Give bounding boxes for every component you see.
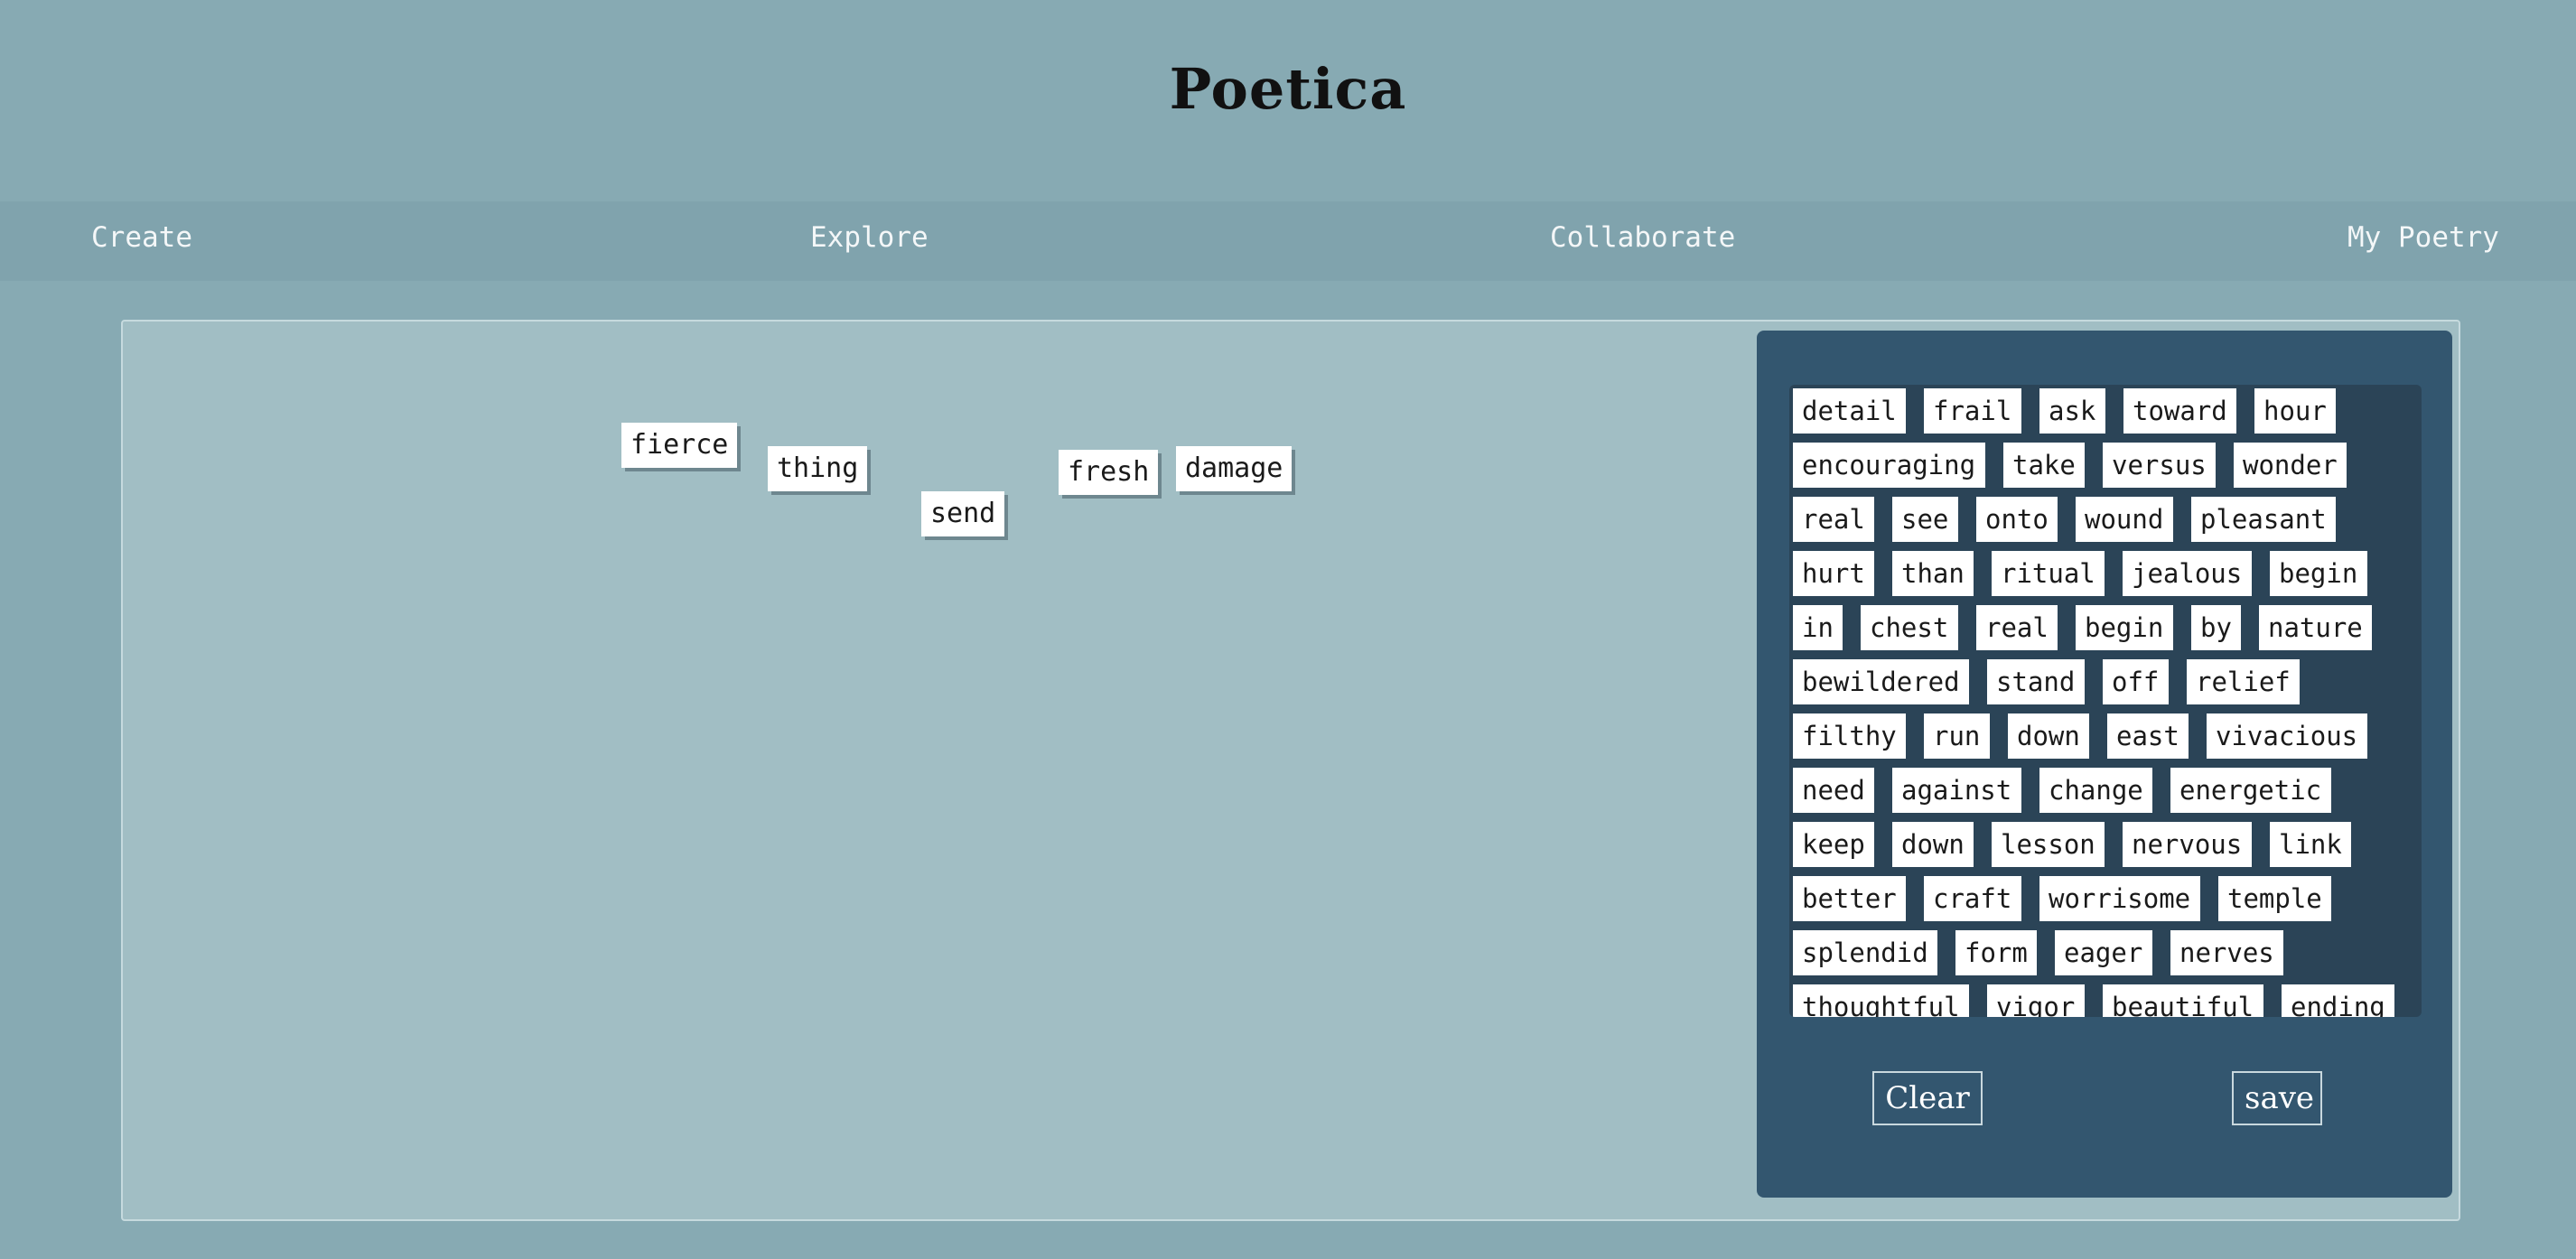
word-bank-tile[interactable]: onto	[1976, 497, 2058, 542]
word-bank-tile[interactable]: chest	[1861, 605, 1958, 650]
word-bank-tile[interactable]: by	[2191, 605, 2241, 650]
word-bank-tile[interactable]: jealous	[2123, 551, 2252, 596]
word-bank-tile[interactable]: begin	[2270, 551, 2367, 596]
word-bank-tile[interactable]: nature	[2259, 605, 2372, 650]
word-bank-tile[interactable]: temple	[2218, 876, 2331, 921]
word-bank-tile[interactable]: vivacious	[2207, 713, 2367, 759]
word-bank-tile[interactable]: thoughtful	[1793, 984, 1969, 1017]
word-bank-tile[interactable]: wonder	[2234, 443, 2347, 488]
word-bank-tile[interactable]: ritual	[1992, 551, 2105, 596]
word-bank-tile[interactable]: worrisome	[2039, 876, 2200, 921]
word-bank-tile[interactable]: form	[1955, 930, 2037, 975]
word-bank-tile[interactable]: change	[2039, 768, 2152, 813]
word-bank-tile[interactable]: wound	[2076, 497, 2173, 542]
word-bank-tile[interactable]: toward	[2123, 388, 2236, 434]
nav-collaborate[interactable]: Collaborate	[1550, 221, 1735, 254]
word-bank-tile[interactable]: craft	[1924, 876, 2021, 921]
word-bank-tile[interactable]: ask	[2039, 388, 2105, 434]
word-bank-tile[interactable]: hour	[2254, 388, 2336, 434]
word-bank[interactable]: detail frail ask toward hour encouraging take v…	[1789, 385, 2422, 1017]
word-bank-tile[interactable]: encouraging	[1793, 443, 1985, 488]
word-bank-tile[interactable]: real	[1793, 497, 1874, 542]
word-bank-tile[interactable]: ending	[2282, 984, 2394, 1017]
save-button[interactable]: save	[2232, 1071, 2322, 1125]
word-bank-tile[interactable]: than	[1892, 551, 1974, 596]
placed-word-tile[interactable]: thing	[768, 446, 868, 491]
word-bank-tile[interactable]: frail	[1924, 388, 2021, 434]
word-bank-tile[interactable]: nervous	[2123, 822, 2252, 867]
word-bank-tile[interactable]: lesson	[1992, 822, 2105, 867]
word-bank-tile[interactable]: beautiful	[2103, 984, 2263, 1017]
main-nav: Create Explore Collaborate My Poetry	[0, 201, 2576, 281]
nav-my-poetry[interactable]: My Poetry	[2347, 221, 2499, 254]
word-bank-tile[interactable]: down	[2008, 713, 2089, 759]
nav-create[interactable]: Create	[91, 221, 192, 254]
word-bank-tile[interactable]: better	[1793, 876, 1906, 921]
word-bank-tile[interactable]: hurt	[1793, 551, 1874, 596]
app-title: Poetica	[1169, 56, 1407, 122]
word-bank-tile[interactable]: see	[1892, 497, 1958, 542]
word-bank-tile[interactable]: pleasant	[2191, 497, 2336, 542]
word-bank-tile[interactable]: filthy	[1793, 713, 1906, 759]
word-bank-tile[interactable]: detail	[1793, 388, 1906, 434]
placed-word-tile[interactable]: send	[921, 491, 1005, 536]
nav-explore[interactable]: Explore	[810, 221, 929, 254]
word-bank-tile[interactable]: real	[1976, 605, 2058, 650]
placed-word-tile[interactable]: damage	[1176, 446, 1293, 491]
clear-button[interactable]: Clear	[1872, 1071, 1983, 1125]
word-bank-tile[interactable]: take	[2003, 443, 2085, 488]
placed-word-tile[interactable]: fresh	[1059, 450, 1159, 495]
word-bank-tile[interactable]: vigor	[1987, 984, 2085, 1017]
word-bank-tile[interactable]: against	[1892, 768, 2021, 813]
word-bank-tile[interactable]: down	[1892, 822, 1974, 867]
word-bank-tile[interactable]: bewildered	[1793, 659, 1969, 704]
word-bank-tile[interactable]: need	[1793, 768, 1874, 813]
word-bank-tile[interactable]: begin	[2076, 605, 2173, 650]
word-bank-tile[interactable]: energetic	[2170, 768, 2331, 813]
placed-word-tile[interactable]: fierce	[621, 423, 738, 468]
word-bank-tile[interactable]: in	[1793, 605, 1843, 650]
word-bank-tile[interactable]: east	[2107, 713, 2189, 759]
word-bank-tile[interactable]: nerves	[2170, 930, 2283, 975]
word-bank-tile[interactable]: keep	[1793, 822, 1874, 867]
word-bank-tile[interactable]: relief	[2187, 659, 2300, 704]
word-bank-tile[interactable]: eager	[2055, 930, 2152, 975]
word-bank-tile[interactable]: link	[2270, 822, 2351, 867]
word-panel: detail frail ask toward hour encouraging take v…	[1757, 331, 2452, 1198]
word-bank-tile[interactable]: versus	[2103, 443, 2216, 488]
word-bank-tile[interactable]: splendid	[1793, 930, 1937, 975]
word-bank-tile[interactable]: off	[2103, 659, 2169, 704]
word-bank-tile[interactable]: stand	[1987, 659, 2085, 704]
word-bank-tile[interactable]: run	[1924, 713, 1990, 759]
